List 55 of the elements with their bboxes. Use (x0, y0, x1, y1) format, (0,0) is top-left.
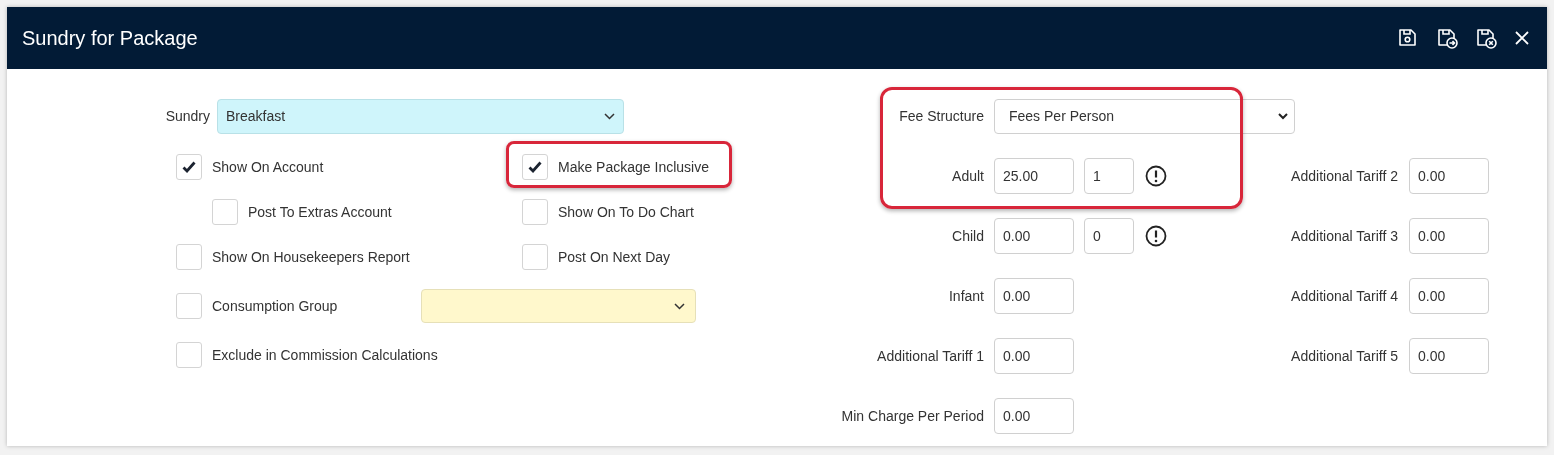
save-button[interactable] (1397, 27, 1419, 49)
checkmark-icon (528, 161, 542, 173)
save-and-close-button[interactable] (1475, 27, 1497, 49)
input-field[interactable]: 25.00 (994, 158, 1074, 194)
field-label: Fee Structure (898, 107, 984, 126)
field-label: Child (951, 226, 984, 246)
window-title: Sundry for Package (22, 26, 199, 51)
checkbox[interactable] (176, 293, 202, 319)
input-field[interactable]: 0.00 (994, 218, 1074, 254)
checkbox[interactable] (522, 244, 548, 270)
checkbox[interactable] (212, 199, 238, 225)
option-label: Exclude in Commission Calculations (212, 345, 438, 365)
field-label: Sundry (164, 107, 210, 126)
field-label: Additional Tariff 4 (1290, 286, 1398, 306)
option-label: Show On Account (212, 157, 324, 177)
input-field[interactable]: 0.00 (994, 278, 1074, 314)
input-field[interactable]: 0.00 (1409, 158, 1489, 194)
consumption-group-select[interactable] (421, 289, 696, 323)
field-label: Additional Tariff 1 (876, 346, 984, 366)
chevron-down-icon (1278, 113, 1288, 120)
chevron-down-icon (604, 113, 615, 120)
checkbox[interactable] (176, 154, 202, 180)
field-label: Additional Tariff 3 (1290, 226, 1398, 246)
option-label: Post To Extras Account (248, 202, 392, 222)
option-label: Consumption Group (212, 296, 338, 316)
input-field[interactable]: 0.00 (1409, 218, 1489, 254)
input-field[interactable]: 0 (1084, 218, 1134, 254)
fee-structure-select[interactable]: Fees Per Person (994, 99, 1295, 134)
field-label: Additional Tariff 2 (1290, 166, 1398, 186)
checkmark-icon (182, 161, 196, 173)
field-label: Adult (951, 166, 984, 186)
field-label: Additional Tariff 5 (1290, 346, 1398, 366)
chevron-down-icon (674, 302, 685, 310)
input-field[interactable]: 0.00 (994, 338, 1074, 374)
field-label: Infant (947, 286, 984, 306)
close-button[interactable] (1514, 30, 1530, 46)
save-icon (1397, 27, 1419, 49)
input-field[interactable]: 0.00 (1409, 338, 1489, 374)
save-cancel-icon (1475, 27, 1497, 49)
checkbox[interactable] (176, 342, 202, 368)
checkbox[interactable] (522, 199, 548, 225)
option-label: Show On Housekeepers Report (212, 247, 410, 267)
checkbox[interactable] (522, 154, 548, 180)
sundry-select[interactable]: Breakfast (217, 99, 624, 134)
input-field[interactable]: 1 (1084, 158, 1134, 194)
save-and-continue-button[interactable] (1436, 27, 1458, 49)
option-label: Show On To Do Chart (558, 202, 694, 222)
field-label: Min Charge Per Period (840, 406, 984, 426)
input-field[interactable]: 0.00 (1409, 278, 1489, 314)
option-label: Make Package Inclusive (558, 157, 709, 177)
input-field[interactable]: 0.00 (994, 398, 1074, 434)
option-label: Post On Next Day (558, 247, 671, 267)
checkbox[interactable] (176, 244, 202, 270)
save-arrow-icon (1436, 27, 1458, 49)
close-icon (1514, 30, 1530, 46)
